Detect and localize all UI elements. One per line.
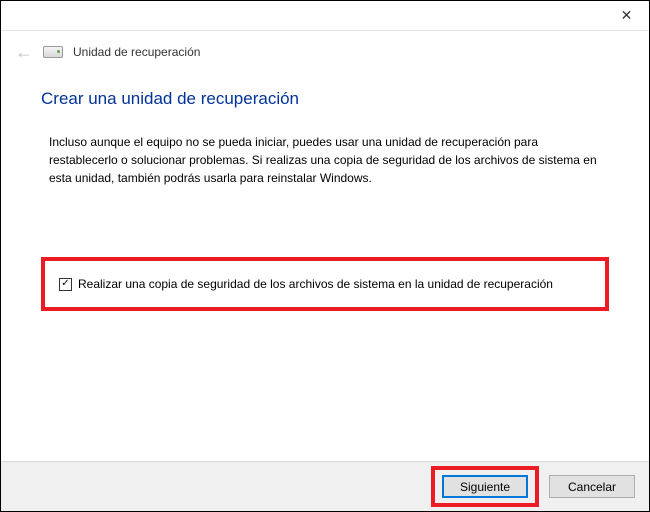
wizard-footer: Siguiente Cancelar [1, 461, 649, 511]
backup-checkbox-label: Realizar una copia de seguridad de los a… [78, 277, 553, 291]
back-arrow-icon: ← [15, 43, 33, 61]
titlebar: ✕ [1, 1, 649, 31]
window-title: Unidad de recuperación [73, 45, 200, 59]
cancel-button[interactable]: Cancelar [549, 475, 635, 498]
drive-icon [43, 46, 63, 58]
close-button[interactable]: ✕ [604, 1, 649, 29]
backup-checkbox-row[interactable]: ✓ Realizar una copia de seguridad de los… [59, 277, 591, 291]
checkmark-icon: ✓ [61, 279, 69, 289]
wizard-description: Incluso aunque el equipo no se pueda ini… [41, 133, 609, 187]
wizard-content: Crear una unidad de recuperación Incluso… [1, 67, 649, 311]
backup-checkbox[interactable]: ✓ [59, 278, 72, 291]
wizard-header: ← Unidad de recuperación [1, 31, 649, 67]
close-icon: ✕ [621, 7, 633, 24]
next-button[interactable]: Siguiente [442, 475, 528, 498]
next-highlight-box: Siguiente [431, 466, 539, 507]
wizard-heading: Crear una unidad de recuperación [41, 89, 609, 109]
checkbox-highlight-box: ✓ Realizar una copia de seguridad de los… [41, 257, 609, 311]
